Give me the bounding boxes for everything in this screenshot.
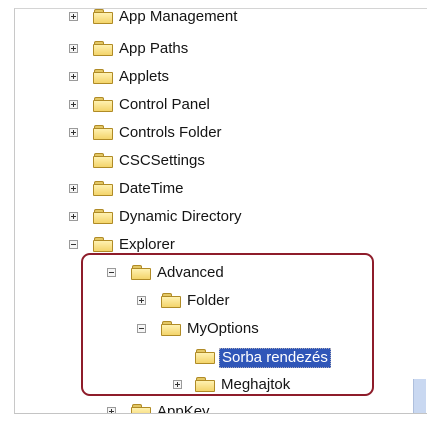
folder-icon	[93, 208, 115, 224]
vertical-scrollbar[interactable]	[413, 379, 426, 413]
expand-icon[interactable]	[69, 212, 78, 221]
tree-item-label: Control Panel	[119, 96, 210, 113]
tree-item-label: Applets	[119, 68, 170, 85]
expand-icon[interactable]	[69, 44, 78, 53]
folder-icon	[93, 124, 115, 140]
tree-item-label: Controls Folder	[119, 124, 222, 141]
expand-icon[interactable]	[107, 407, 116, 413]
expand-icon[interactable]	[69, 72, 78, 81]
tree-item-label: App Paths	[119, 40, 189, 57]
folder-icon	[93, 68, 115, 84]
folder-icon	[93, 180, 115, 196]
expand-icon[interactable]	[69, 128, 78, 137]
folder-icon	[93, 96, 115, 112]
folder-icon	[93, 152, 115, 168]
highlight-annotation-box	[81, 253, 374, 396]
folder-icon	[93, 40, 115, 56]
folder-icon	[93, 9, 115, 24]
tree-item-label: Explorer	[119, 236, 175, 253]
tree-item-label: App Management	[119, 8, 238, 25]
tree-item-label: AppKey	[157, 403, 210, 414]
collapse-icon[interactable]	[69, 240, 78, 249]
folder-icon	[93, 236, 115, 252]
expand-icon[interactable]	[69, 184, 78, 193]
tree-item-label: DateTime	[119, 180, 184, 197]
expand-icon[interactable]	[69, 12, 78, 21]
tree-item-label: Dynamic Directory	[119, 208, 242, 225]
tree-item-label: CSCSettings	[119, 152, 205, 169]
expand-icon[interactable]	[69, 100, 78, 109]
folder-icon	[131, 403, 153, 413]
